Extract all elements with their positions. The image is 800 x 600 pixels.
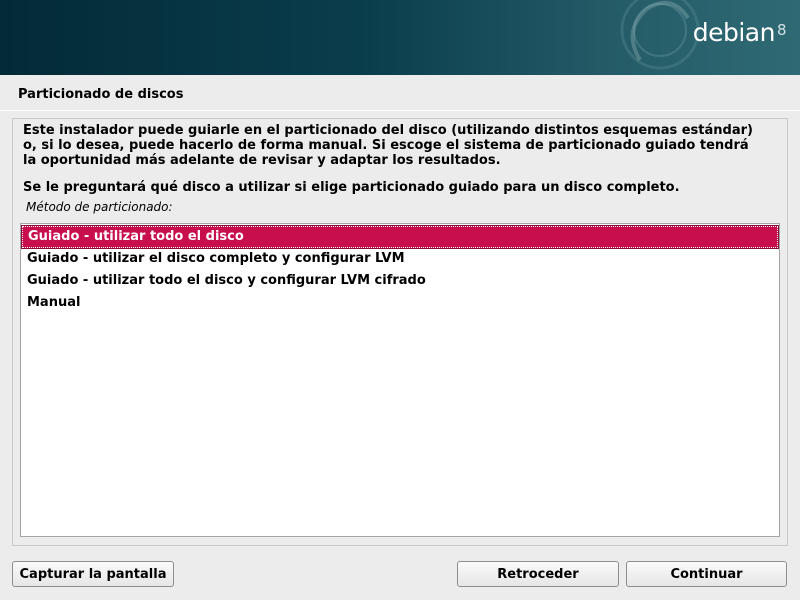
list-item-manual[interactable]: Manual <box>22 292 778 314</box>
title-divider <box>0 110 800 111</box>
note-text: Se le preguntará qué disco a utilizar si… <box>23 180 680 195</box>
back-button[interactable]: Retroceder <box>457 561 619 587</box>
capture-screen-button[interactable]: Capturar la pantalla <box>12 561 174 587</box>
partition-method-list[interactable]: Guiado - utilizar todo el disco Guiado -… <box>20 223 780 537</box>
content-panel: Este instalador puede guiarle en el part… <box>12 118 788 546</box>
debian-logo: debian 8 <box>692 18 787 47</box>
installer-banner: debian 8 <box>0 0 800 75</box>
list-item-guided-lvm[interactable]: Guiado - utilizar el disco completo y co… <box>22 248 778 270</box>
list-item-guided-full-disk[interactable]: Guiado - utilizar todo el disco <box>21 225 779 249</box>
logo-version: 8 <box>776 21 787 39</box>
continue-button[interactable]: Continuar <box>626 561 787 587</box>
debian-swirl-icon <box>620 0 700 70</box>
list-item-guided-encrypted-lvm[interactable]: Guiado - utilizar todo el disco y config… <box>22 270 778 292</box>
list-label: Método de particionado: <box>26 200 173 214</box>
description-text: Este instalador puede guiarle en el part… <box>23 123 753 168</box>
logo-text: debian <box>692 18 776 47</box>
page-title: Particionado de discos <box>18 87 184 102</box>
